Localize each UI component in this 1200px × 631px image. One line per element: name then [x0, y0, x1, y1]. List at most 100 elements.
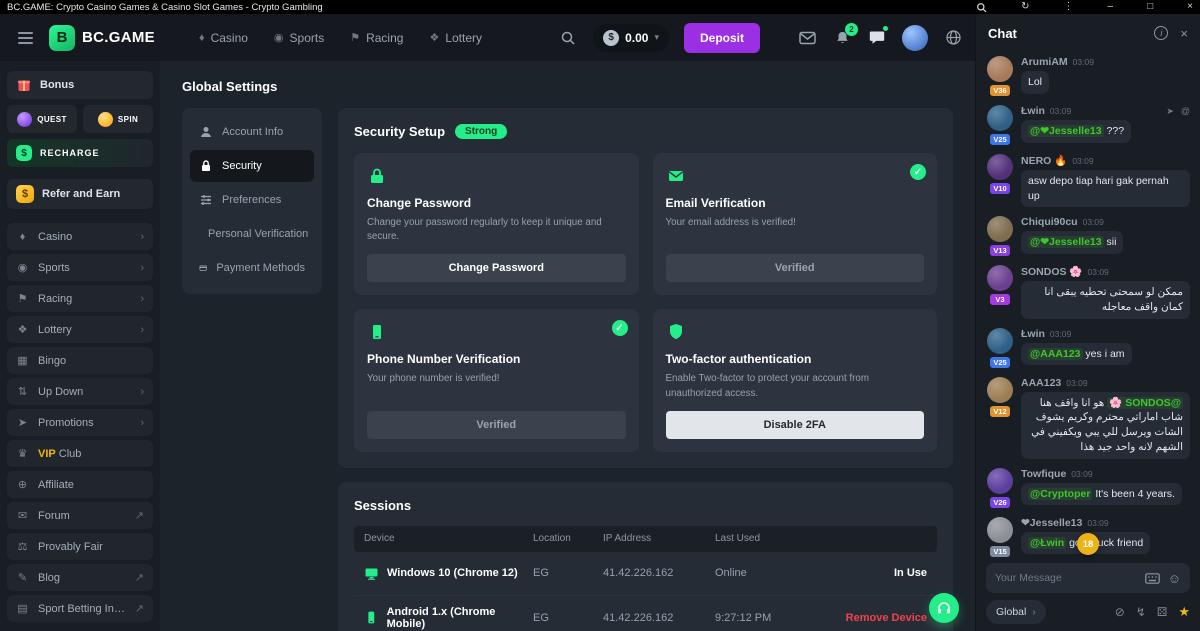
change-password-button[interactable]: Change Password: [367, 254, 626, 282]
chat-username[interactable]: Chiqui90cu: [1021, 216, 1078, 228]
mention[interactable]: @❤Jesselle13: [1028, 125, 1104, 137]
tip-icon[interactable]: ➤: [1166, 106, 1174, 117]
nav-casino[interactable]: ♦Casino: [199, 31, 248, 45]
avatar[interactable]: [987, 265, 1013, 291]
chat-rules-icon[interactable]: ⊘: [1115, 605, 1125, 619]
sidebar-item-insights[interactable]: ▤Sport Betting Insig...↗: [7, 595, 153, 622]
sidebar-item-forum[interactable]: ✉Forum↗: [7, 502, 153, 529]
sidebar-item-casino[interactable]: ♦Casino›: [7, 223, 153, 250]
chat-username[interactable]: AAA123: [1021, 377, 1061, 389]
chat-username[interactable]: Towfique: [1021, 468, 1066, 480]
sidebar-item-blog[interactable]: ✎Blog↗: [7, 564, 153, 591]
disable-2fa-button[interactable]: Disable 2FA: [666, 411, 925, 439]
window-maximize-icon[interactable]: □: [1147, 2, 1153, 12]
sidebar-item-updown[interactable]: ⇅Up Down›: [7, 378, 153, 405]
sidebar-item-promotions[interactable]: ➤Promotions›: [7, 409, 153, 436]
nav-sports[interactable]: ◉Sports: [274, 31, 324, 45]
search-icon[interactable]: [558, 28, 578, 48]
mention[interactable]: @❤Jesselle13: [1028, 236, 1104, 248]
mention[interactable]: @SONDOS 🌸: [1107, 397, 1183, 409]
phone-verified-button[interactable]: Verified: [367, 411, 626, 439]
deposit-button[interactable]: Deposit: [684, 23, 760, 53]
avatar[interactable]: [987, 377, 1013, 403]
avatar[interactable]: [987, 328, 1013, 354]
nav-lottery[interactable]: ❖Lottery: [429, 31, 482, 45]
titlebar-menu-icon[interactable]: ⋮: [1064, 2, 1074, 12]
unread-badge[interactable]: 18: [1077, 533, 1099, 555]
external-link-icon: ↗: [135, 571, 144, 584]
refer-coin-icon: $: [16, 185, 34, 203]
gif-keyboard-icon[interactable]: [1145, 573, 1160, 584]
chat-username[interactable]: ❤Jesselle13: [1021, 517, 1082, 529]
settings-nav-security[interactable]: Security: [190, 150, 314, 182]
chat-info-icon[interactable]: i: [1154, 26, 1168, 40]
emoji-icon[interactable]: ☺: [1168, 572, 1181, 585]
currency-coin-icon: $: [603, 30, 619, 46]
bcgame-logo-text: BC.GAME: [82, 29, 155, 46]
blog-icon: ✎: [16, 571, 29, 584]
sidebar-item-sports[interactable]: ◉Sports›: [7, 254, 153, 281]
nav-racing[interactable]: ⚑Racing: [350, 31, 403, 45]
notifications-bell-icon[interactable]: 2: [832, 28, 852, 48]
external-link-icon: ↗: [135, 602, 144, 615]
chat-panel: Chat i × V36ArumiAM03:09LolV25Łwin03:09➤…: [975, 14, 1200, 631]
racing-icon: ⚑: [350, 31, 360, 44]
dice-icon[interactable]: ⚄: [1157, 605, 1167, 619]
mention[interactable]: @AAA123: [1028, 348, 1083, 360]
coin-rain-icon[interactable]: ↯: [1136, 605, 1146, 619]
avatar[interactable]: [987, 105, 1013, 131]
sidebar-recharge[interactable]: $ RECHARGE: [7, 139, 153, 167]
two-factor-card: Two-factor authentication Enable Two-fac…: [653, 309, 938, 451]
support-button[interactable]: [929, 593, 959, 623]
sidebar-refer-and-earn[interactable]: $ Refer and Earn: [7, 179, 153, 209]
insights-icon: ▤: [16, 602, 29, 615]
balance-selector[interactable]: $ 0.00 ▾: [593, 24, 669, 52]
sidebar-bonus[interactable]: Bonus: [7, 71, 153, 99]
chat-toggle-icon[interactable]: [867, 28, 887, 48]
chat-channel-selector[interactable]: Global ›: [986, 600, 1046, 624]
language-globe-icon[interactable]: [943, 28, 963, 48]
chat-username[interactable]: SONDOS 🌸: [1021, 265, 1083, 278]
chevron-right-icon: ›: [1032, 607, 1035, 618]
sidebar-item-racing[interactable]: ⚑Racing›: [7, 285, 153, 312]
window-close-icon[interactable]: ×: [1187, 2, 1193, 12]
mention[interactable]: @Cryptoper: [1028, 488, 1092, 500]
mention[interactable]: @Łwin: [1028, 537, 1066, 549]
sidebar-item-affiliate[interactable]: ⊕Affiliate: [7, 471, 153, 498]
chat-username[interactable]: Łwin: [1021, 105, 1045, 117]
mention-icon[interactable]: @: [1181, 106, 1190, 117]
chat-username[interactable]: NERO 🔥: [1021, 154, 1067, 167]
rewards-icon[interactable]: ★: [1178, 604, 1190, 620]
sidebar-item-lottery[interactable]: ❖Lottery›: [7, 316, 153, 343]
sidebar-spin[interactable]: SPIN: [83, 105, 153, 133]
settings-nav-account-info[interactable]: Account Info: [190, 116, 314, 148]
avatar[interactable]: [987, 517, 1013, 543]
avatar[interactable]: [987, 56, 1013, 82]
menu-toggle-icon[interactable]: [18, 32, 33, 44]
bcgame-logo[interactable]: B BC.GAME: [49, 25, 155, 51]
chat-input[interactable]: Your Message ☺: [986, 563, 1190, 593]
sidebar-item-vip[interactable]: ♛VIP Club: [7, 440, 153, 467]
chat-close-icon[interactable]: ×: [1180, 27, 1188, 40]
titlebar-sync-icon[interactable]: ↻: [1021, 2, 1029, 12]
bcgame-logo-icon: B: [49, 25, 75, 51]
user-avatar[interactable]: [902, 25, 928, 51]
settings-nav-preferences[interactable]: Preferences: [190, 184, 314, 216]
settings-nav: Account Info Security Preferences P: [182, 108, 322, 294]
remove-device-button[interactable]: Remove Device: [815, 612, 927, 624]
mail-icon[interactable]: [797, 28, 817, 48]
email-verified-button[interactable]: Verified: [666, 254, 925, 282]
titlebar-search-icon[interactable]: [976, 2, 987, 13]
avatar[interactable]: [987, 468, 1013, 494]
sidebar-item-bingo[interactable]: ▦Bingo: [7, 347, 153, 374]
avatar[interactable]: [987, 216, 1013, 242]
avatar[interactable]: [987, 154, 1013, 180]
settings-nav-payment-methods[interactable]: Payment Methods: [190, 252, 314, 284]
sidebar-quest[interactable]: QUEST: [7, 105, 77, 133]
chat-username[interactable]: Łwin: [1021, 328, 1045, 340]
sidebar-item-provably[interactable]: ⚖Provably Fair: [7, 533, 153, 560]
window-minimize-icon[interactable]: –: [1108, 2, 1114, 12]
settings-nav-personal-verification[interactable]: Personal Verification: [190, 218, 314, 250]
vip-level-badge: V13: [990, 245, 1010, 256]
chat-username[interactable]: ArumiAM: [1021, 56, 1068, 68]
